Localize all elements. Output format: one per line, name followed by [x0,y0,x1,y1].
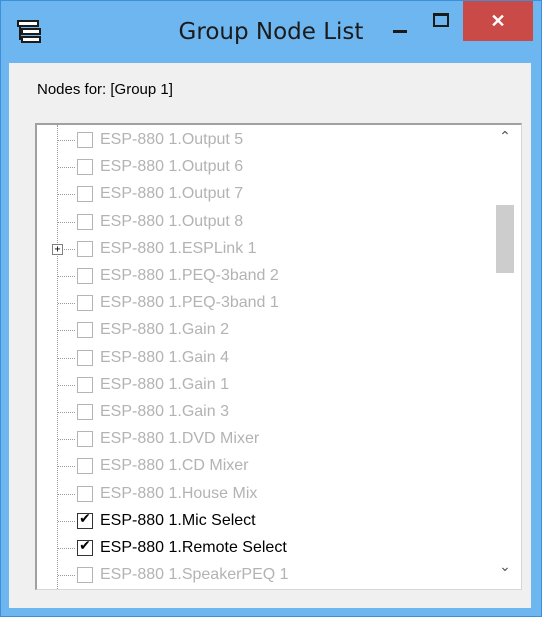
node-checkbox [77,349,93,366]
node-label: ESP-880 1.Mic Select [100,511,256,529]
checkmark-icon: ✔ [79,510,91,527]
tree-node[interactable]: ESP-880 1.Output 6 [37,154,489,181]
tree-connector [58,140,75,141]
node-checkbox [77,404,93,420]
node-checkbox [77,485,93,502]
node-checkbox [77,322,93,339]
tree-node[interactable]: ESP-880 1.DVD Mixer [37,426,489,453]
scroll-down-button[interactable]: ⌄ [489,559,521,589]
node-tree[interactable]: ESP-880 1.Output 5 ESP-880 1.Output 6 ESP-… [35,123,522,590]
close-button[interactable]: ✕ [463,1,533,41]
node-label: ESP-880 1.PEQ-3band 1 [100,294,279,312]
expand-icon[interactable]: + [52,243,63,255]
vertical-scrollbar[interactable]: ⌃ ⌄ [489,125,521,589]
node-checkbox [77,240,93,257]
node-label: ESP-880 1.PEQ-3band 2 [100,267,279,284]
tree-node[interactable]: ESP-880 1.Output 7 [37,181,489,208]
tree-connector [58,439,75,441]
tree-node[interactable]: ESP-880 1.Output 5 [37,127,489,154]
node-label: ESP-880 1.Gain 2 [100,321,229,339]
tree-node[interactable]: ESP-880 1.CD Mixer [37,453,489,480]
maximize-button[interactable] [423,3,459,41]
node-checkbox [77,132,93,148]
group-node-list-window: Group Node List ✕ Nodes for: [Group 1] E… [0,0,542,617]
scroll-thumb[interactable] [496,205,514,273]
node-checkbox [77,376,93,393]
tree-node[interactable]: ✔ ESP-880 1.Mic Select [37,508,489,535]
tree-node[interactable]: ESP-880 1.SpeakerPEQ 1 [37,562,489,589]
tree-node[interactable]: ESP-880 1.Gain 2 [37,317,489,344]
tree-connector [58,167,75,169]
tree-connector [58,357,75,359]
tree-node[interactable]: ESP-880 1.Gain 3 [37,399,489,426]
tree-node[interactable]: ✔ ESP-880 1.Remote Select [37,535,489,562]
node-checkbox [77,431,93,448]
node-label: ESP-880 1.Output 5 [100,131,244,148]
node-label: ESP-880 1.Output 7 [100,185,244,203]
tree-connector [58,384,75,386]
node-label: ESP-880 1.CD Mixer [100,457,249,475]
node-label: ESP-880 1.Output 6 [100,158,244,176]
node-checkbox [77,159,93,176]
tree-connector [58,520,75,522]
tree-connector [58,330,75,332]
node-checkbox [77,295,93,312]
node-label: ESP-880 1.Gain 1 [100,375,229,393]
node-checkbox [77,186,93,203]
scroll-up-button[interactable]: ⌃ [489,129,521,159]
tree-connector [58,575,75,577]
tree-connector [58,303,75,305]
node-label: ESP-880 1.Gain 4 [100,348,229,366]
node-label: ESP-880 1.Gain 3 [100,403,229,420]
tree-connector [58,221,75,223]
minimize-button[interactable] [377,3,423,41]
node-label: ESP-880 1.Output 8 [100,212,244,230]
tree-connector [58,466,75,468]
checkmark-icon: ✔ [79,538,91,554]
node-checkbox [77,567,93,584]
node-checkbox[interactable]: ✔ [77,510,93,529]
node-label: ESP-880 1.ESPLink 1 [100,239,257,257]
tree-node[interactable]: ESP-880 1.Output 8 [37,209,489,236]
node-label: ESP-880 1.House Mix [100,484,258,502]
tree-node[interactable]: ESP-880 1.Gain 1 [37,372,489,399]
node-label: ESP-880 1.Remote Select [100,539,287,556]
nodes-for-label: Nodes for: [Group 1] [37,81,173,98]
tree-connector [58,412,75,413]
tree-connector [58,493,75,495]
tree-connector [58,276,75,277]
tree-connector [58,194,75,196]
window-title: Group Node List [178,19,364,45]
tree-connector [58,548,75,549]
tree-node[interactable]: ESP-880 1.PEQ-3band 2 [37,263,489,290]
tree-node[interactable]: ESP-880 1.House Mix [37,481,489,508]
node-checkbox [77,458,93,475]
tree-node[interactable]: + ESP-880 1.ESPLink 1 [37,236,489,263]
node-checkbox [77,213,93,230]
tree-node[interactable]: ESP-880 1.PEQ-3band 1 [37,290,489,317]
node-label: ESP-880 1.SpeakerPEQ 1 [100,566,289,584]
node-label: ESP-880 1.DVD Mixer [100,430,260,448]
title-bar[interactable]: Group Node List ✕ [1,1,541,63]
tree-node[interactable]: ESP-880 1.Gain 4 [37,345,489,372]
node-checkbox[interactable]: ✔ [77,538,93,556]
node-checkbox [77,268,93,284]
